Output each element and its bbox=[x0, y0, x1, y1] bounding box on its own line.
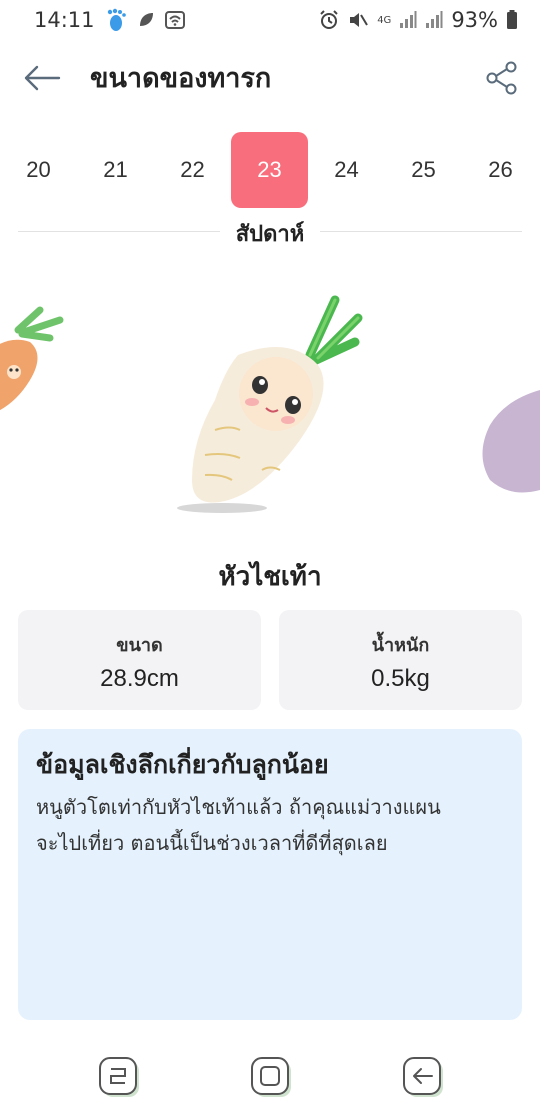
back-nav-icon bbox=[402, 1057, 446, 1104]
size-value: 28.9cm bbox=[100, 665, 179, 692]
week-item[interactable]: 26 bbox=[462, 132, 539, 208]
insight-line: จะไปเที่ยว ตอนนี้เป็นช่วงเวลาที่ดีที่สุด… bbox=[36, 831, 388, 855]
battery-icon bbox=[506, 10, 518, 30]
signal-icon-2 bbox=[425, 11, 443, 29]
size-card: ขนาด 28.9cm bbox=[18, 610, 261, 710]
recent-apps-button[interactable] bbox=[98, 1056, 142, 1100]
status-time: 14:11 bbox=[34, 8, 95, 32]
home-icon bbox=[250, 1057, 294, 1104]
weight-label: น้ำหนัก bbox=[371, 635, 430, 656]
insight-body: หนูตัวโตเท่ากับหัวไชเท้าแล้ว ถ้าคุณแม่วา… bbox=[36, 789, 504, 861]
size-label: ขนาด bbox=[116, 635, 163, 656]
app-bar: ขนาดของทารก bbox=[0, 50, 540, 110]
radish-illustration bbox=[177, 295, 363, 513]
mute-icon bbox=[347, 10, 369, 30]
wifi-icon bbox=[164, 11, 185, 29]
share-icon bbox=[486, 61, 518, 99]
eggplant-illustration bbox=[482, 390, 540, 493]
insight-title: ข้อมูลเชิงลึกเกี่ยวกับลูกน้อย bbox=[36, 750, 329, 779]
weight-value: 0.5kg bbox=[371, 665, 430, 692]
weight-card: น้ำหนัก 0.5kg bbox=[279, 610, 522, 710]
share-button[interactable] bbox=[484, 60, 520, 100]
week-item[interactable]: 24 bbox=[308, 132, 385, 208]
network-type: 4G bbox=[377, 14, 392, 26]
insight-line: หนูตัวโตเท่ากับหัวไชเท้าแล้ว ถ้าคุณแม่วา… bbox=[36, 795, 441, 819]
week-item[interactable]: 22 bbox=[154, 132, 231, 208]
alarm-icon bbox=[319, 10, 339, 30]
fruit-name: หัวไชเท้า bbox=[218, 562, 322, 592]
arrow-left-icon bbox=[23, 64, 61, 96]
week-label: สัปดาห์ bbox=[0, 216, 540, 251]
system-nav-bar bbox=[0, 1050, 540, 1110]
home-button[interactable] bbox=[250, 1056, 294, 1100]
battery-percent: 93% bbox=[451, 8, 498, 32]
status-bar: 14:11 4G 93% bbox=[0, 0, 540, 40]
back-nav-button[interactable] bbox=[402, 1056, 446, 1100]
week-item[interactable]: 25 bbox=[385, 132, 462, 208]
week-item-selected[interactable]: 23 bbox=[231, 132, 308, 208]
leaf-icon bbox=[137, 11, 155, 29]
recent-apps-icon bbox=[98, 1057, 142, 1104]
back-button[interactable] bbox=[22, 62, 62, 98]
signal-icon bbox=[399, 11, 417, 29]
insight-card: ข้อมูลเชิงลึกเกี่ยวกับลูกน้อย หนูตัวโตเท… bbox=[18, 729, 522, 1020]
week-item[interactable]: 21 bbox=[77, 132, 154, 208]
week-selector: 20 21 22 23 24 25 26 bbox=[0, 132, 540, 208]
fruit-illustration bbox=[0, 280, 540, 530]
carrot-illustration bbox=[0, 306, 64, 411]
footprint-icon bbox=[105, 8, 127, 32]
week-item[interactable]: 20 bbox=[0, 132, 77, 208]
page-title: ขนาดของทารก bbox=[90, 63, 272, 94]
